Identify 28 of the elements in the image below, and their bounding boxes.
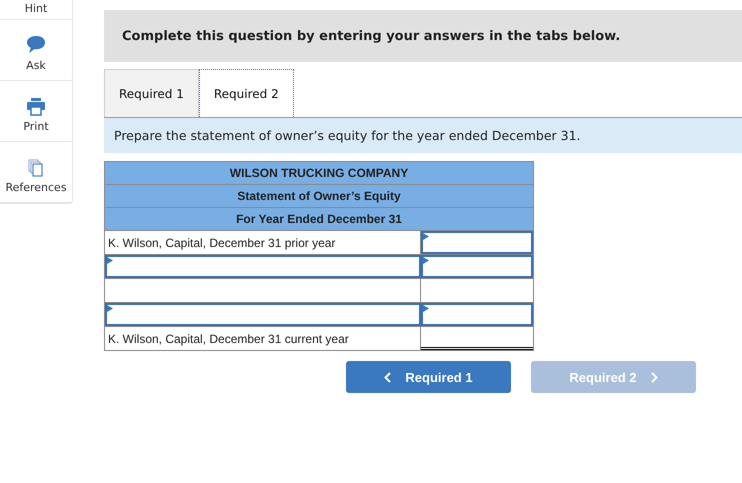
amount-field[interactable] [421, 303, 533, 326]
table-heading: Statement of Owner’s Equity [105, 185, 533, 208]
printer-icon [26, 98, 46, 116]
nav-button[interactable]: Required 1 [346, 361, 511, 393]
table-cell: K. Wilson, Capital, December 31 current year [105, 327, 421, 350]
label-field[interactable] [105, 255, 421, 278]
amount-field[interactable] [421, 255, 533, 278]
sidebar-item[interactable]: References [5, 181, 67, 194]
banner-text: Complete this question by entering your answers in the tabs below. [122, 28, 620, 44]
marker-icon [107, 257, 113, 264]
chevron-left-icon [384, 372, 392, 382]
tab[interactable]: Required 1 [104, 69, 199, 117]
marker-icon [423, 233, 429, 240]
sidebar-item[interactable]: Print [23, 120, 49, 133]
amount-field[interactable] [421, 231, 533, 254]
documents-icon [28, 159, 44, 177]
instruction-text: Prepare the statement of owner’s equity for the year ended December 31. [114, 128, 581, 143]
marker-icon [423, 257, 429, 264]
sidebar-item[interactable]: Hint [24, 2, 48, 15]
speech-bubble-icon [26, 35, 46, 55]
tab[interactable]: Required 2 [198, 69, 294, 117]
table-heading: WILSON TRUCKING COMPANY [105, 162, 533, 185]
table-heading: For Year Ended December 31 [105, 208, 533, 231]
label-field[interactable] [105, 303, 421, 326]
marker-icon [423, 305, 429, 312]
marker-icon [107, 305, 113, 312]
sidebar-item[interactable]: Ask [26, 59, 46, 72]
chevron-right-icon [650, 372, 658, 382]
